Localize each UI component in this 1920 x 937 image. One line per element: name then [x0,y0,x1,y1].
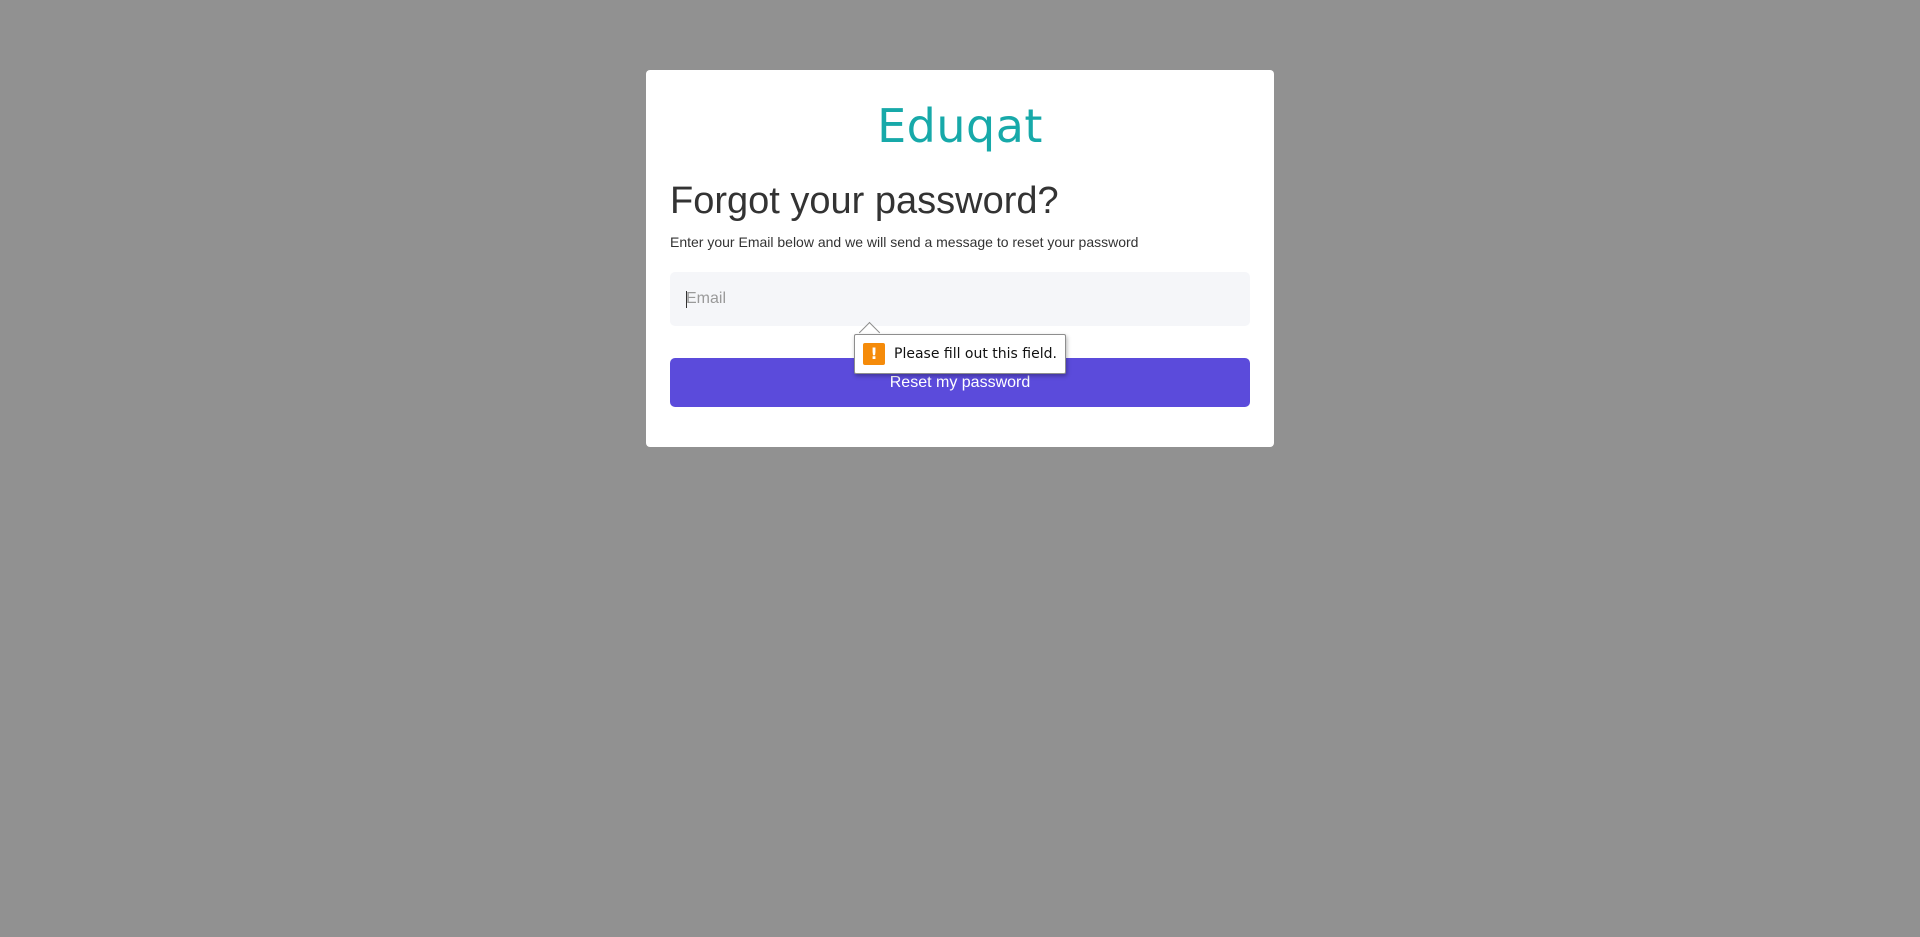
validation-tooltip: ! Please fill out this field. [854,334,1066,374]
page-subtitle: Enter your Email below and we will send … [670,234,1139,250]
eduqat-logo: Eduqat [646,98,1274,154]
logo-text: Eduqat [877,99,1043,153]
forgot-password-card: Eduqat Forgot your password? Enter your … [646,70,1274,447]
text-caret [686,291,687,308]
email-input[interactable] [670,272,1250,326]
warning-icon: ! [863,343,885,365]
validation-message: Please fill out this field. [894,346,1057,362]
page-title: Forgot your password? [670,180,1059,222]
